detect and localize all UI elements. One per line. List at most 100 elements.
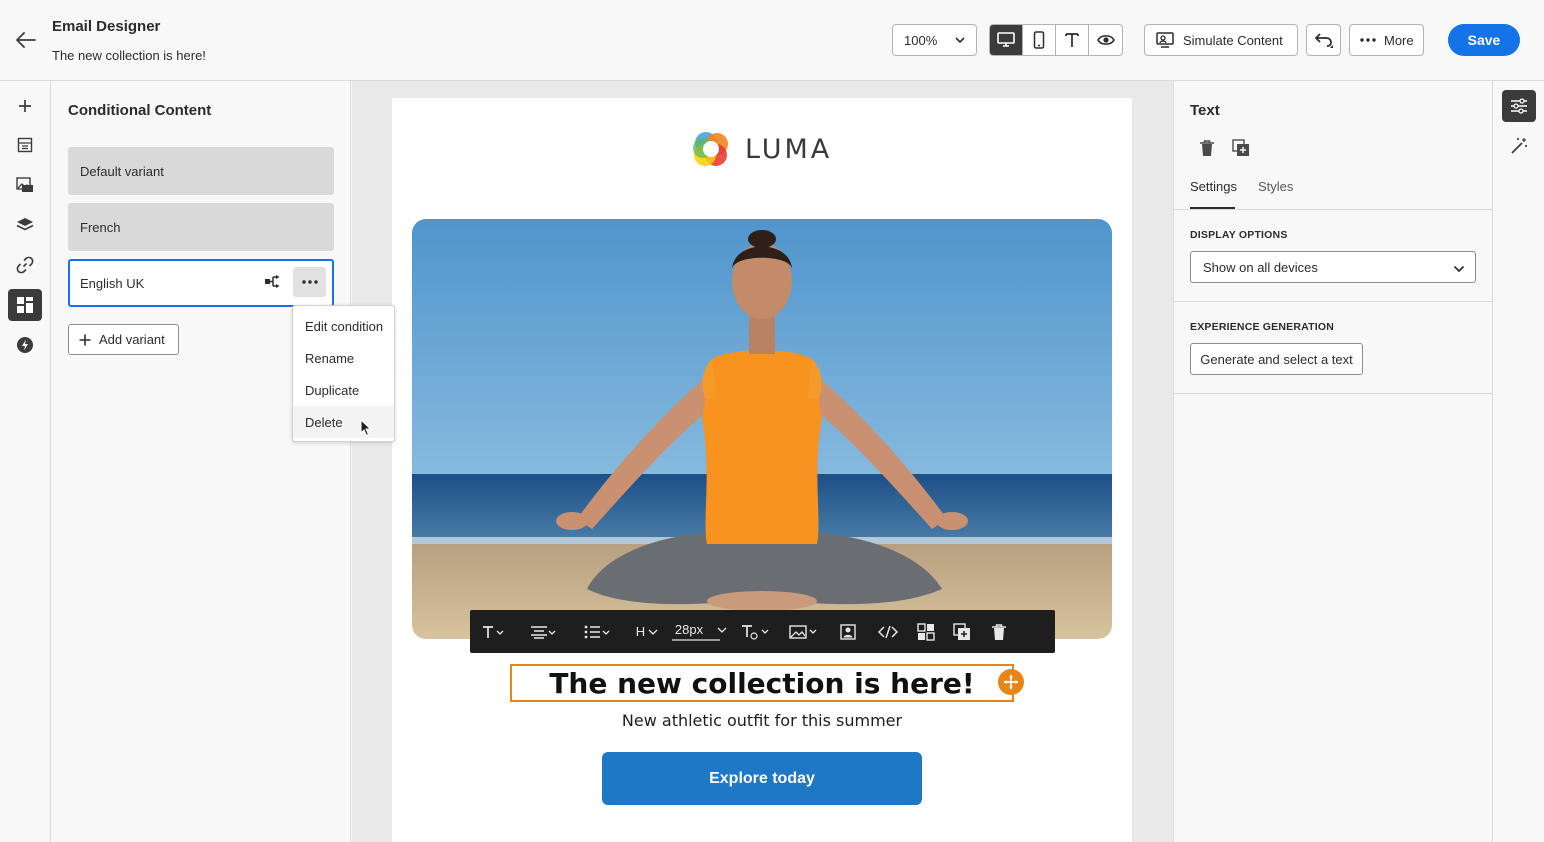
desktop-view-button[interactable] [990,25,1023,55]
user-button[interactable] [828,610,868,653]
more-icon [301,280,318,284]
layers-icon [16,218,34,231]
conditional-content-icon [17,297,33,313]
settings-icon [1511,98,1527,114]
move-handle-icon[interactable] [998,669,1024,695]
more-icon [1360,38,1376,42]
luma-logo-icon [693,132,728,166]
tab-styles[interactable]: Styles [1258,179,1293,194]
more-label: More [1384,32,1414,48]
fragments-button[interactable] [8,129,42,161]
generate-text-button[interactable]: Generate and select a text [1190,343,1363,375]
plus-icon [79,334,91,345]
simulate-label: Simulate Content [1183,32,1283,48]
variant-english-uk[interactable]: English UK [68,259,334,307]
preview-button[interactable] [1089,25,1122,55]
fragments-icon [17,137,33,153]
variant-tools [259,267,326,297]
duplicate-icon [953,622,970,640]
insert-image-button[interactable] [778,610,828,653]
code-button[interactable] [868,610,908,653]
align-button[interactable] [516,610,570,653]
divider [1174,209,1492,210]
delete-icon[interactable] [1195,136,1219,160]
mobile-view-button[interactable] [1023,25,1056,55]
personalization-button[interactable] [8,329,42,361]
personalize-text-icon [742,624,769,640]
display-options-label: DISPLAY OPTIONS [1190,229,1288,241]
list-button[interactable] [570,610,624,653]
chevron-down-icon [1453,262,1465,277]
links-button[interactable] [8,249,42,281]
align-center-icon [531,625,556,639]
ai-assistant-button[interactable] [1502,130,1536,162]
add-variant-button[interactable]: Add variant [68,324,179,355]
heading-button[interactable]: H [624,610,670,653]
assets-button[interactable] [8,169,42,201]
image-icon [789,624,817,639]
profile-icon [840,623,856,640]
hero-image[interactable] [412,219,1112,639]
app-title: Email Designer [52,18,161,35]
delete-component-button[interactable] [980,610,1018,653]
zoom-select[interactable]: 100% [892,24,977,56]
chevron-down-icon [954,34,966,49]
conditional-content-button[interactable] [8,289,42,321]
variant-label: Default variant [80,163,164,179]
back-arrow-icon[interactable] [12,26,40,54]
component-title: Text [1190,102,1220,119]
properties-panel: Text Settings Styles DISPLAY OPTIONS Sho… [1173,81,1493,842]
text-style-button[interactable] [470,610,516,653]
magic-wand-icon [1511,138,1527,154]
display-options-select[interactable]: Show on all devices [1190,251,1476,283]
save-button[interactable]: Save [1448,24,1520,56]
subheadline-text[interactable]: New athletic outfit for this summer [392,711,1132,730]
personalization-icon [17,337,33,353]
variant-french[interactable]: French [68,203,334,251]
app-header: Email Designer The new collection is her… [0,0,1544,81]
divider [1174,393,1492,394]
link-icon [16,256,34,274]
menu-item-edit-condition[interactable]: Edit condition [293,310,394,342]
layers-button[interactable] [8,209,42,241]
simulate-content-button[interactable]: Simulate Content [1144,24,1298,56]
menu-item-rename[interactable]: Rename [293,342,394,374]
chevron-down-icon [648,629,658,635]
variant-context-menu: Edit condition Rename Duplicate Delete [292,305,395,442]
text-style-icon [483,625,504,638]
settings-panel-button[interactable] [1502,90,1536,122]
simulate-icon [1156,32,1174,48]
variant-default[interactable]: Default variant [68,147,334,195]
conditional-content-icon [917,622,935,641]
more-button[interactable]: More [1349,24,1424,56]
duplicate-icon[interactable] [1229,136,1253,160]
mouse-cursor-icon [360,418,372,442]
left-rail [0,81,51,842]
menu-item-duplicate[interactable]: Duplicate [293,374,394,406]
divider [1174,301,1492,302]
undo-button[interactable] [1306,24,1341,56]
display-options-value: Show on all devices [1203,259,1318,275]
variant-more-button[interactable] [293,267,326,297]
right-rail [1493,81,1544,842]
variant-label: English UK [80,275,145,291]
text-view-button[interactable] [1056,25,1089,55]
view-mode-group [989,24,1123,56]
menu-item-delete[interactable]: Delete [293,406,394,438]
explore-today-button[interactable]: Explore today [602,752,922,805]
font-size-select[interactable]: 28px [670,610,732,653]
duplicate-component-button[interactable] [944,610,980,653]
conditional-toggle-button[interactable] [908,610,944,653]
edit-condition-icon[interactable] [259,267,287,297]
mobile-icon [1033,31,1045,49]
chevron-down-icon [717,627,727,633]
experience-generation-label: EXPERIENCE GENERATION [1190,321,1335,333]
list-icon [584,625,610,638]
headline-text[interactable]: The new collection is here! [510,664,1014,702]
undo-icon [1314,33,1333,48]
personalize-text-button[interactable] [732,610,778,653]
tab-settings[interactable]: Settings [1190,179,1237,194]
assets-icon [16,177,33,192]
add-components-button[interactable] [8,90,42,122]
eye-icon [1096,35,1115,45]
